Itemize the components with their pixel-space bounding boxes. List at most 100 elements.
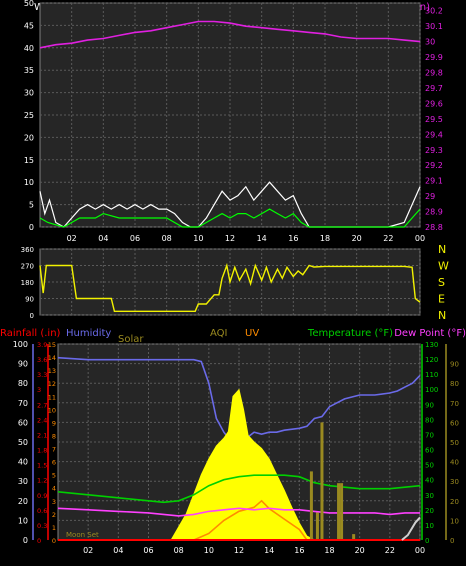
dewpoint-label: Dew Point (°F) xyxy=(394,328,466,339)
aqi-tick-label: 90 xyxy=(450,361,459,369)
aqi-tick-label: 80 xyxy=(450,380,459,388)
temp-tick-label: 0 xyxy=(425,537,429,545)
uv-tick-label: 11 xyxy=(48,393,56,401)
uv-tick-label: 4 xyxy=(52,485,56,493)
aqi-bar xyxy=(315,512,319,540)
uv-tick-label: 10 xyxy=(48,406,56,414)
moon-set-label: Moon Set xyxy=(66,531,99,539)
rain-tick-label: 0.3 xyxy=(37,522,47,530)
humidity-tick-label: 70 xyxy=(18,399,28,408)
x-tick-label: 12 xyxy=(234,546,244,555)
wind-tick-label: 50 xyxy=(24,0,34,8)
baro-tick-label: 29.8 xyxy=(425,69,443,78)
x-tick-label: 20 xyxy=(355,546,365,555)
aqi-bar xyxy=(309,471,313,540)
x-tick-label: 12 xyxy=(225,234,235,243)
temp-tick-label: 20 xyxy=(425,507,434,515)
baro-tick-label: 28.8 xyxy=(425,223,443,232)
x-tick-label: 08 xyxy=(162,234,172,243)
temp-tick-label: 120 xyxy=(425,356,438,364)
x-tick-label: 10 xyxy=(204,546,214,555)
x-tick-label: 04 xyxy=(113,546,123,555)
x-tick-label: 16 xyxy=(294,546,304,555)
aqi-tick-label: 50 xyxy=(450,439,459,447)
rain-tick-label: 1.8 xyxy=(37,447,47,455)
uv-tick-label: 8 xyxy=(52,432,56,440)
uv-tick-label: 15 xyxy=(48,341,56,349)
baro-tick-label: 29.5 xyxy=(425,115,443,124)
uv-label: UV xyxy=(245,328,259,339)
baro-tick-label: 28.9 xyxy=(425,208,443,217)
x-tick-label: 18 xyxy=(324,546,334,555)
baro-tick-label: 29 xyxy=(425,192,435,201)
wind-tick-label: 35 xyxy=(24,66,34,75)
uv-tick-label: 2 xyxy=(52,511,56,519)
aqi-tick-label: 60 xyxy=(450,419,459,427)
temp-tick-label: 40 xyxy=(425,477,434,485)
direction-tick-label: 0 xyxy=(30,312,34,320)
baro-tick-label: 29.4 xyxy=(425,130,443,139)
rain-tick-label: 0.6 xyxy=(37,507,47,515)
aqi-label: AQI xyxy=(210,328,228,339)
aqi-tick-label: 0 xyxy=(450,537,454,545)
compass-label: S xyxy=(438,276,445,289)
x-tick-label: 00 xyxy=(415,234,425,243)
rain-tick-label: 0.9 xyxy=(37,492,47,500)
compass-label: E xyxy=(438,293,445,306)
uv-tick-label: 12 xyxy=(48,380,56,388)
temp-tick-label: 80 xyxy=(425,416,434,424)
wind-tick-label: 25 xyxy=(24,111,34,120)
uv-tick-label: 7 xyxy=(52,446,56,454)
rain-tick-label: 1.2 xyxy=(37,477,47,485)
direction-tick-label: 270 xyxy=(21,263,34,271)
solar-label: Solar xyxy=(118,334,144,345)
temp-tick-label: 10 xyxy=(425,522,434,530)
humidity-tick-label: 90 xyxy=(18,360,28,369)
direction-tick-label: 90 xyxy=(25,296,34,304)
baro-tick-label: 30.2 xyxy=(425,7,443,16)
uv-tick-label: 6 xyxy=(52,459,56,467)
rain-tick-label: 2.4 xyxy=(37,416,47,424)
rainfall-label: Rainfall (.in) xyxy=(0,328,61,339)
rain-tick-label: 3.6 xyxy=(37,356,47,364)
baro-tick-label: 29.9 xyxy=(425,53,443,62)
uv-tick-label: 14 xyxy=(48,354,56,362)
aqi-tick-label: 40 xyxy=(450,459,459,467)
uv-tick-label: 9 xyxy=(52,419,56,427)
aqi-tick-label: 30 xyxy=(450,478,459,486)
temp-tick-label: 30 xyxy=(425,492,434,500)
wind-tick-label: 15 xyxy=(24,156,34,165)
humidity-tick-label: 40 xyxy=(18,458,28,467)
temp-tick-label: 60 xyxy=(425,447,434,455)
wind-tick-label: 5 xyxy=(29,201,34,210)
temp-tick-label: 110 xyxy=(425,371,438,379)
wind-tick-label: 0 xyxy=(29,223,34,232)
x-tick-label: 06 xyxy=(143,546,153,555)
rain-tick-label: 3.3 xyxy=(37,371,47,379)
baro-tick-label: 30.1 xyxy=(425,22,443,31)
rain-tick-label: 1.5 xyxy=(37,462,47,470)
temp-tick-label: 70 xyxy=(425,431,434,439)
wind-tick-label: 10 xyxy=(24,178,34,187)
baro-tick-label: 30 xyxy=(425,38,435,47)
weather-chart-svg: Windspeed (mph)24 hour graph day : Febru… xyxy=(0,0,466,555)
baro-tick-label: 29.7 xyxy=(425,84,443,93)
aqi-bar xyxy=(340,483,344,540)
rain-tick-label: 2.7 xyxy=(37,401,47,409)
humidity-label: Humidity xyxy=(66,328,111,339)
rain-tick-label: 3.9 xyxy=(37,341,47,349)
humidity-tick-label: 10 xyxy=(18,516,28,525)
wind-tick-label: 30 xyxy=(24,89,34,98)
direction-tick-label: 180 xyxy=(21,279,34,287)
temp-tick-label: 90 xyxy=(425,401,434,409)
weather-graph-page: Windspeed (mph)24 hour graph day : Febru… xyxy=(0,0,466,566)
uv-tick-label: 3 xyxy=(52,498,56,506)
x-tick-label: 02 xyxy=(67,234,77,243)
wind-tick-label: 45 xyxy=(24,21,34,30)
baro-tick-label: 29.6 xyxy=(425,99,443,108)
humidity-tick-label: 100 xyxy=(13,340,28,349)
x-tick-label: 16 xyxy=(288,234,298,243)
x-tick-label: 22 xyxy=(383,234,393,243)
temperature-label: Temperature (°F) xyxy=(307,328,393,339)
temp-tick-label: 50 xyxy=(425,462,434,470)
